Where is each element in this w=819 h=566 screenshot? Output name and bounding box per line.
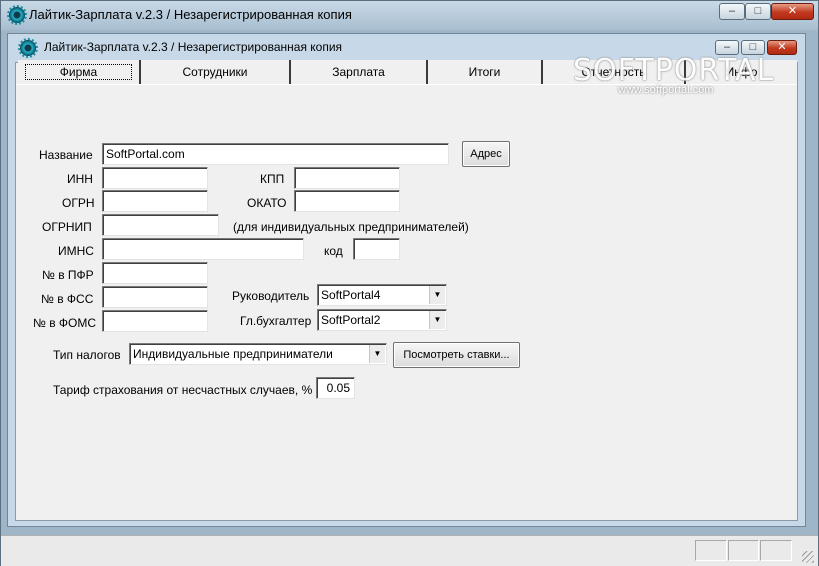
ogrnip-field[interactable] <box>102 214 219 236</box>
status-cell <box>695 540 727 561</box>
child-app-gear-icon <box>18 38 38 58</box>
close-button[interactable]: ✕ <box>771 3 814 20</box>
name-field[interactable]: SoftPortal.com <box>102 143 449 165</box>
insurance-label: Тариф страхования от несчастных случаев,… <box>53 383 313 397</box>
name-label: Название <box>39 148 93 162</box>
chevron-down-icon[interactable]: ▼ <box>429 311 445 329</box>
window-title: Лайтик-Зарплата v.2.3 / Незарегистрирова… <box>29 7 352 22</box>
fss-field[interactable] <box>102 286 208 308</box>
inn-field[interactable] <box>102 167 208 189</box>
maximize-button[interactable]: □ <box>745 3 771 20</box>
accountant-value: SoftPortal2 <box>321 313 381 327</box>
okato-field[interactable] <box>294 190 400 212</box>
director-select[interactable]: SoftPortal4 ▼ <box>317 284 447 306</box>
chevron-down-icon[interactable]: ▼ <box>369 345 385 363</box>
view-rates-button[interactable]: Посмотреть ставки... <box>393 342 520 368</box>
app-gear-icon <box>7 5 27 25</box>
kpp-field[interactable] <box>294 167 400 189</box>
tab-firm-label: Фирма <box>24 64 133 80</box>
director-label: Руководитель <box>232 289 310 303</box>
director-value: SoftPortal4 <box>321 288 381 302</box>
fss-label: № в ФСС <box>41 292 94 306</box>
kod-field[interactable] <box>353 238 400 260</box>
watermark-logo: SOFTPORTAL <box>573 53 775 88</box>
tab-totals-label: Итоги <box>468 65 501 79</box>
status-bar <box>1 535 818 566</box>
ogrnip-hint: (для индивидуальных предпринимателей) <box>233 220 469 234</box>
main-window: Лайтик-Зарплата v.2.3 / Незарегистрирова… <box>0 0 819 566</box>
tab-employees-label: Сотрудники <box>182 65 248 79</box>
tab-salary-label: Зарплата <box>332 65 385 79</box>
tab-totals[interactable]: Итоги <box>428 60 543 84</box>
kpp-label: КПП <box>260 172 285 186</box>
ogrn-field[interactable] <box>102 190 208 212</box>
foms-field[interactable] <box>102 310 208 332</box>
minimize-button[interactable]: – <box>719 3 745 20</box>
tax-type-select[interactable]: Индивидуальные предприниматели ▼ <box>129 343 387 365</box>
accountant-select[interactable]: SoftPortal2 ▼ <box>317 309 447 331</box>
pfr-field[interactable] <box>102 262 208 284</box>
kod-label: код <box>324 244 343 258</box>
chevron-down-icon[interactable]: ▼ <box>429 286 445 304</box>
tab-firm[interactable]: Фирма <box>18 60 141 84</box>
status-cell <box>728 540 759 561</box>
ogrnip-label: ОГРНИП <box>42 220 92 234</box>
ogrn-label: ОГРН <box>62 196 95 210</box>
accountant-label: Гл.бухгалтер <box>240 314 312 328</box>
imns-field[interactable] <box>102 238 304 260</box>
insurance-rate-field[interactable]: 0.05 <box>316 377 355 399</box>
tab-employees[interactable]: Сотрудники <box>141 60 291 84</box>
tab-salary[interactable]: Зарплата <box>291 60 428 84</box>
pfr-label: № в ПФР <box>42 268 94 282</box>
resize-grip-icon[interactable] <box>802 551 814 563</box>
foms-label: № в ФОМС <box>33 316 97 330</box>
child-window-title: Лайтик-Зарплата v.2.3 / Незарегистрирова… <box>44 40 343 54</box>
tax-type-value: Индивидуальные предприниматели <box>133 347 333 361</box>
tax-label: Тип налогов <box>53 348 121 362</box>
address-button[interactable]: Адрес <box>462 141 510 167</box>
imns-label: ИМНС <box>58 244 94 258</box>
okato-label: ОКАТО <box>247 196 287 210</box>
status-cell <box>760 540 792 561</box>
inn-label: ИНН <box>67 172 93 186</box>
watermark-url: www.softportal.com <box>618 84 714 96</box>
